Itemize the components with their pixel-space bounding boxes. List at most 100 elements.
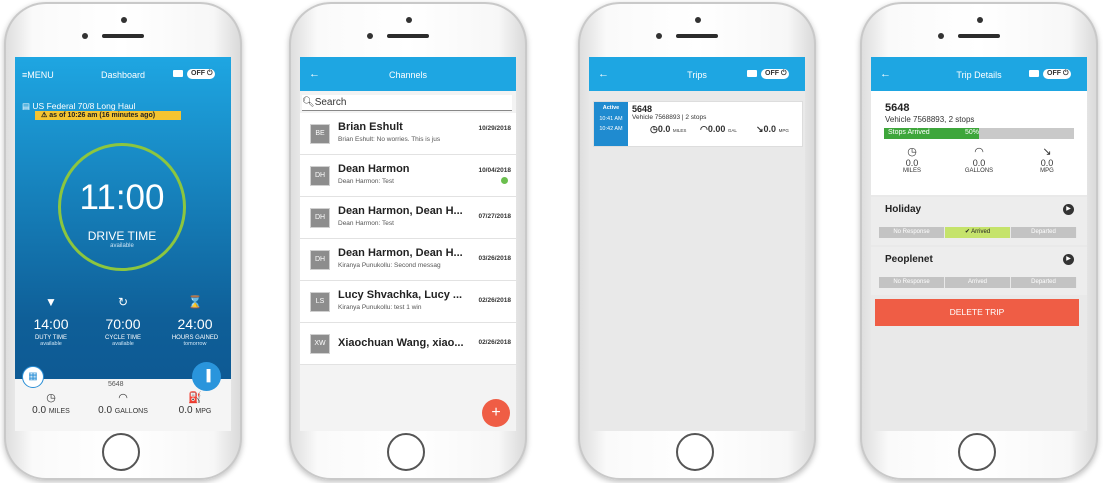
shield-icon: ▼	[45, 295, 57, 309]
avatar: DH	[310, 166, 330, 186]
message-icon[interactable]	[747, 70, 757, 77]
status-no-response[interactable]: No Response	[879, 277, 945, 288]
fuel-gauge-icon: ◠	[700, 124, 708, 134]
chart-button[interactable]: ▐	[192, 362, 221, 391]
avatar: DH	[310, 250, 330, 270]
channel-row[interactable]: DH Dean Harmon, Dean H... Kiranya Punuko…	[300, 239, 516, 281]
channel-date: 03/26/2018	[478, 255, 511, 262]
gallons-unit: GALLONS	[114, 408, 148, 415]
stop-name: Holiday	[885, 204, 922, 215]
camera	[695, 17, 701, 23]
stat-sub: tomorrow	[183, 341, 207, 347]
avatar: DH	[310, 208, 330, 228]
camera	[121, 17, 127, 23]
trip-details-screen: ← Trip Details OFF ⏻ 5648 Vehicle 756889…	[871, 57, 1087, 431]
stat-sub: available	[112, 341, 134, 347]
stops-progress-bar: Stops Arrived 50%	[884, 128, 1074, 139]
home-button[interactable]	[676, 433, 714, 471]
message-icon[interactable]	[1029, 70, 1039, 77]
mpg-value: 0.0	[1040, 158, 1054, 168]
channel-date: 07/27/2018	[478, 213, 511, 220]
duty-status-toggle[interactable]: OFF ⏻	[187, 69, 215, 79]
fuel-gauge-icon: ◠	[118, 392, 128, 404]
status-departed[interactable]: Departed	[1011, 277, 1077, 288]
warning-icon: ⚠	[41, 112, 48, 119]
chevron-right-icon[interactable]: ▶	[1063, 254, 1074, 265]
channel-row[interactable]: BE Brian Eshult Brian Eshult: No worries…	[300, 113, 516, 155]
delete-trip-button[interactable]: DELETE TRIP	[875, 299, 1079, 326]
drive-time-value: 11:00	[79, 178, 165, 217]
home-button[interactable]	[102, 433, 140, 471]
status-arrived[interactable]: Arrived	[945, 277, 1011, 288]
status-departed[interactable]: Departed	[1011, 227, 1077, 238]
channel-name: Brian Eshult	[338, 121, 403, 133]
gallons-unit: GAL	[727, 128, 737, 133]
search-icon: 🔍︎	[302, 97, 315, 108]
page-title: Channels	[388, 70, 428, 80]
status-no-response[interactable]: No Response	[879, 227, 945, 238]
channel-row[interactable]: DH Dean Harmon Dean Harmon: Test 10/04/2…	[300, 155, 516, 197]
channels-header: ← Channels	[300, 57, 516, 91]
home-button[interactable]	[387, 433, 425, 471]
hours-gained-stat: ⌛ 24:00 HOURS GAINED tomorrow	[159, 295, 231, 347]
channel-row[interactable]: XW Xiaochuan Wang, xiao... 02/26/2018	[300, 323, 516, 365]
trip-status: Active	[602, 105, 620, 111]
channel-date: 02/26/2018	[478, 297, 511, 304]
trips-header: ← Trips OFF ⏻	[589, 57, 805, 91]
stop-card[interactable]: Peoplenet ▶ No Response Arrived Departed	[871, 247, 1087, 295]
stat-value: 70:00	[105, 316, 141, 332]
search-field[interactable]: 🔍︎Search	[302, 95, 512, 111]
plus-icon: +	[491, 404, 501, 421]
channel-name: Xiaochuan Wang, xiao...	[338, 337, 464, 349]
avatar: BE	[310, 124, 330, 144]
calendar-icon: ▦	[28, 371, 38, 382]
speaker	[102, 34, 144, 38]
channel-name: Dean Harmon, Dean H...	[338, 205, 463, 217]
toggle-label: OFF	[765, 70, 779, 77]
progress-label: Stops Arrived	[888, 129, 930, 136]
channel-preview: Dean Harmon: Test	[338, 178, 394, 185]
stop-status-segments: No Response Arrived Departed	[879, 277, 1077, 288]
home-button[interactable]	[958, 433, 996, 471]
chevron-right-icon[interactable]: ▶	[1063, 204, 1074, 215]
phone-trip-details: ← Trip Details OFF ⏻ 5648 Vehicle 756889…	[860, 2, 1098, 480]
gallons-metric: ◠ 0.0 GALLONS	[949, 145, 1009, 174]
camera	[406, 17, 412, 23]
hourglass-icon: ⌛	[187, 295, 203, 309]
trip-number: 5648	[632, 104, 653, 114]
message-icon[interactable]	[173, 70, 183, 77]
duty-time-stat: ▼ 14:00 DUTY TIME available	[15, 295, 87, 347]
drive-time-sub: available	[110, 243, 134, 249]
channel-row[interactable]: DH Dean Harmon, Dean H... Dean Harmon: T…	[300, 197, 516, 239]
miles-value: 0.0	[657, 124, 671, 134]
vehicle-id: 5648	[108, 381, 124, 388]
fuel-pump-icon: ↘	[1042, 146, 1052, 158]
trip-details-header: ← Trip Details OFF ⏻	[871, 57, 1087, 91]
calendar-button[interactable]: ▦	[22, 366, 44, 388]
channel-preview: Dean Harmon: Test	[338, 220, 394, 227]
progress-percent: 50%	[965, 129, 980, 136]
trip-start: 10:41 AM	[599, 116, 623, 122]
trip-summary: 5648 Vehicle 7568893, 2 stops Stops Arri…	[871, 91, 1087, 195]
sensor-dot	[656, 33, 662, 39]
mpg-readout: ⛽ 0.0 MPG	[159, 391, 231, 416]
channel-date: 10/29/2018	[478, 125, 511, 132]
trip-vehicle: Vehicle 7568893, 2 stops	[885, 115, 975, 124]
miles-unit: MILES	[672, 128, 687, 133]
duty-status-toggle[interactable]: OFF ⏻	[1043, 69, 1071, 79]
trip-card[interactable]: Active 10:41 AM 10:42 AM 5648 Vehicle 75…	[593, 101, 803, 147]
mpg-value: 0.0	[763, 124, 777, 134]
drive-time-ring[interactable]: 11:00 DRIVE TIME available	[58, 143, 186, 271]
gallons-unit: GALLONS	[964, 168, 994, 174]
status-arrived[interactable]: ✔ Arrived	[945, 227, 1011, 238]
ruleset-text: US Federal 70/8 Long Haul	[32, 101, 136, 111]
toggle-label: OFF	[191, 70, 205, 77]
stop-card[interactable]: Holiday ▶ No Response ✔ Arrived Departed	[871, 197, 1087, 245]
mpg-unit: MPG	[778, 128, 789, 133]
channel-row[interactable]: LS Lucy Shvachka, Lucy ... Kiranya Punuk…	[300, 281, 516, 323]
avatar: XW	[310, 334, 330, 354]
sync-alert: ⚠ as of 10:26 am (16 minutes ago)	[35, 111, 181, 120]
new-channel-button[interactable]: +	[482, 399, 510, 427]
gallons-value: 0.0	[98, 405, 113, 416]
duty-status-toggle[interactable]: OFF ⏻	[761, 69, 789, 79]
